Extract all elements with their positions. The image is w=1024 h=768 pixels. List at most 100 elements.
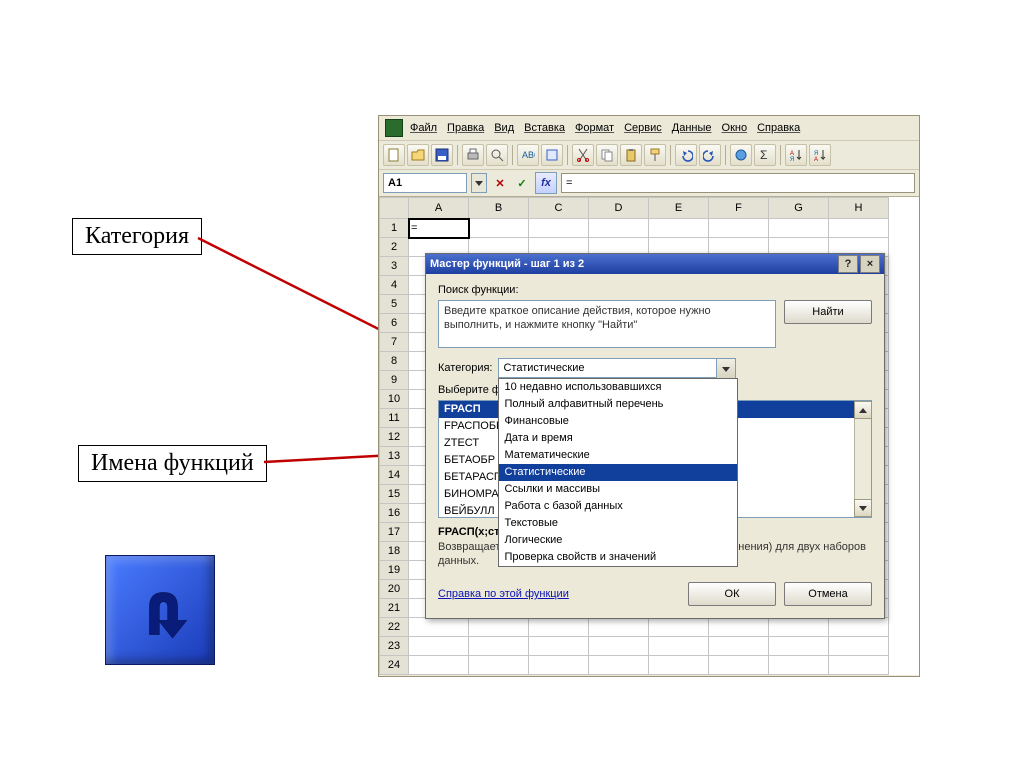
row-header[interactable]: 23: [380, 637, 409, 656]
cell[interactable]: [589, 656, 649, 675]
col-header[interactable]: A: [409, 198, 469, 219]
sort-desc-icon[interactable]: ЯА: [809, 144, 831, 166]
new-icon[interactable]: [383, 144, 405, 166]
menu-tools[interactable]: Сервис: [621, 121, 665, 135]
category-option[interactable]: Ссылки и массивы: [499, 481, 737, 498]
sort-asc-icon[interactable]: АЯ: [785, 144, 807, 166]
row-header[interactable]: 3: [380, 257, 409, 276]
cell[interactable]: [469, 618, 529, 637]
row-header[interactable]: 13: [380, 447, 409, 466]
copy-icon[interactable]: [596, 144, 618, 166]
scroll-up-icon[interactable]: [854, 401, 872, 419]
cell[interactable]: [709, 656, 769, 675]
col-header[interactable]: G: [769, 198, 829, 219]
menu-insert[interactable]: Вставка: [521, 121, 568, 135]
save-icon[interactable]: [431, 144, 453, 166]
cell[interactable]: [589, 637, 649, 656]
cell[interactable]: [469, 637, 529, 656]
spellcheck-icon[interactable]: ABC: [517, 144, 539, 166]
row-header[interactable]: 5: [380, 295, 409, 314]
category-option[interactable]: Проверка свойств и значений: [499, 549, 737, 566]
dialog-titlebar[interactable]: Мастер функций - шаг 1 из 2 ? ×: [426, 254, 884, 274]
row-header[interactable]: 6: [380, 314, 409, 333]
category-combo[interactable]: Статистические 10 недавно использовавших…: [498, 358, 736, 378]
undo-icon[interactable]: [675, 144, 697, 166]
cell[interactable]: [589, 618, 649, 637]
row-header[interactable]: 11: [380, 409, 409, 428]
close-button[interactable]: ×: [860, 255, 880, 273]
category-option[interactable]: Логические: [499, 532, 737, 549]
help-link[interactable]: Справка по этой функции: [438, 588, 569, 600]
cell[interactable]: [409, 618, 469, 637]
row-header[interactable]: 14: [380, 466, 409, 485]
row-header[interactable]: 17: [380, 523, 409, 542]
cell[interactable]: [769, 656, 829, 675]
col-header[interactable]: F: [709, 198, 769, 219]
back-button[interactable]: [105, 555, 215, 665]
row-header[interactable]: 22: [380, 618, 409, 637]
row-header[interactable]: 2: [380, 238, 409, 257]
cell[interactable]: =: [409, 219, 469, 238]
cell[interactable]: [469, 656, 529, 675]
row-header[interactable]: 19: [380, 561, 409, 580]
research-icon[interactable]: [541, 144, 563, 166]
name-box-dropdown[interactable]: [471, 173, 487, 193]
cell[interactable]: [829, 219, 889, 238]
paste-icon[interactable]: [620, 144, 642, 166]
category-option[interactable]: Дата и время: [499, 430, 737, 447]
category-dropdown[interactable]: 10 недавно использовавшихсяПолный алфави…: [498, 378, 738, 567]
cell[interactable]: [829, 656, 889, 675]
find-button[interactable]: Найти: [784, 300, 872, 324]
row-header[interactable]: 24: [380, 656, 409, 675]
cell[interactable]: [649, 656, 709, 675]
row-header[interactable]: 16: [380, 504, 409, 523]
row-header[interactable]: 7: [380, 333, 409, 352]
menu-file[interactable]: Файл: [407, 121, 440, 135]
select-all-corner[interactable]: [380, 198, 409, 219]
col-header[interactable]: D: [589, 198, 649, 219]
print-icon[interactable]: [462, 144, 484, 166]
help-button[interactable]: ?: [838, 255, 858, 273]
cell[interactable]: [409, 656, 469, 675]
row-header[interactable]: 9: [380, 371, 409, 390]
cell[interactable]: [589, 219, 649, 238]
open-icon[interactable]: [407, 144, 429, 166]
row-header[interactable]: 10: [380, 390, 409, 409]
row-header[interactable]: 21: [380, 599, 409, 618]
row-header[interactable]: 20: [380, 580, 409, 599]
cell[interactable]: [709, 637, 769, 656]
cell[interactable]: [409, 637, 469, 656]
cell[interactable]: [529, 637, 589, 656]
cell[interactable]: [769, 637, 829, 656]
cell[interactable]: [829, 618, 889, 637]
category-option[interactable]: Полный алфавитный перечень: [499, 396, 737, 413]
ok-button[interactable]: ОК: [688, 582, 776, 606]
cell[interactable]: [529, 618, 589, 637]
col-header[interactable]: H: [829, 198, 889, 219]
row-header[interactable]: 8: [380, 352, 409, 371]
row-header[interactable]: 1: [380, 219, 409, 238]
format-painter-icon[interactable]: [644, 144, 666, 166]
scroll-down-icon[interactable]: [854, 499, 872, 517]
cell[interactable]: [529, 219, 589, 238]
menu-edit[interactable]: Правка: [444, 121, 487, 135]
menu-format[interactable]: Формат: [572, 121, 617, 135]
menu-window[interactable]: Окно: [719, 121, 751, 135]
cell[interactable]: [709, 219, 769, 238]
category-option[interactable]: 10 недавно использовавшихся: [499, 379, 737, 396]
col-header[interactable]: E: [649, 198, 709, 219]
scrollbar[interactable]: [854, 401, 871, 517]
cell[interactable]: [649, 618, 709, 637]
formula-input[interactable]: =: [561, 173, 915, 193]
cell[interactable]: [649, 219, 709, 238]
redo-icon[interactable]: [699, 144, 721, 166]
preview-icon[interactable]: [486, 144, 508, 166]
cell[interactable]: [649, 637, 709, 656]
menu-data[interactable]: Данные: [669, 121, 715, 135]
category-option[interactable]: Финансовые: [499, 413, 737, 430]
menu-help[interactable]: Справка: [754, 121, 803, 135]
insert-function-icon[interactable]: fx: [535, 172, 557, 194]
cell[interactable]: [529, 656, 589, 675]
row-header[interactable]: 15: [380, 485, 409, 504]
confirm-formula-icon[interactable]: ✓: [513, 174, 531, 192]
